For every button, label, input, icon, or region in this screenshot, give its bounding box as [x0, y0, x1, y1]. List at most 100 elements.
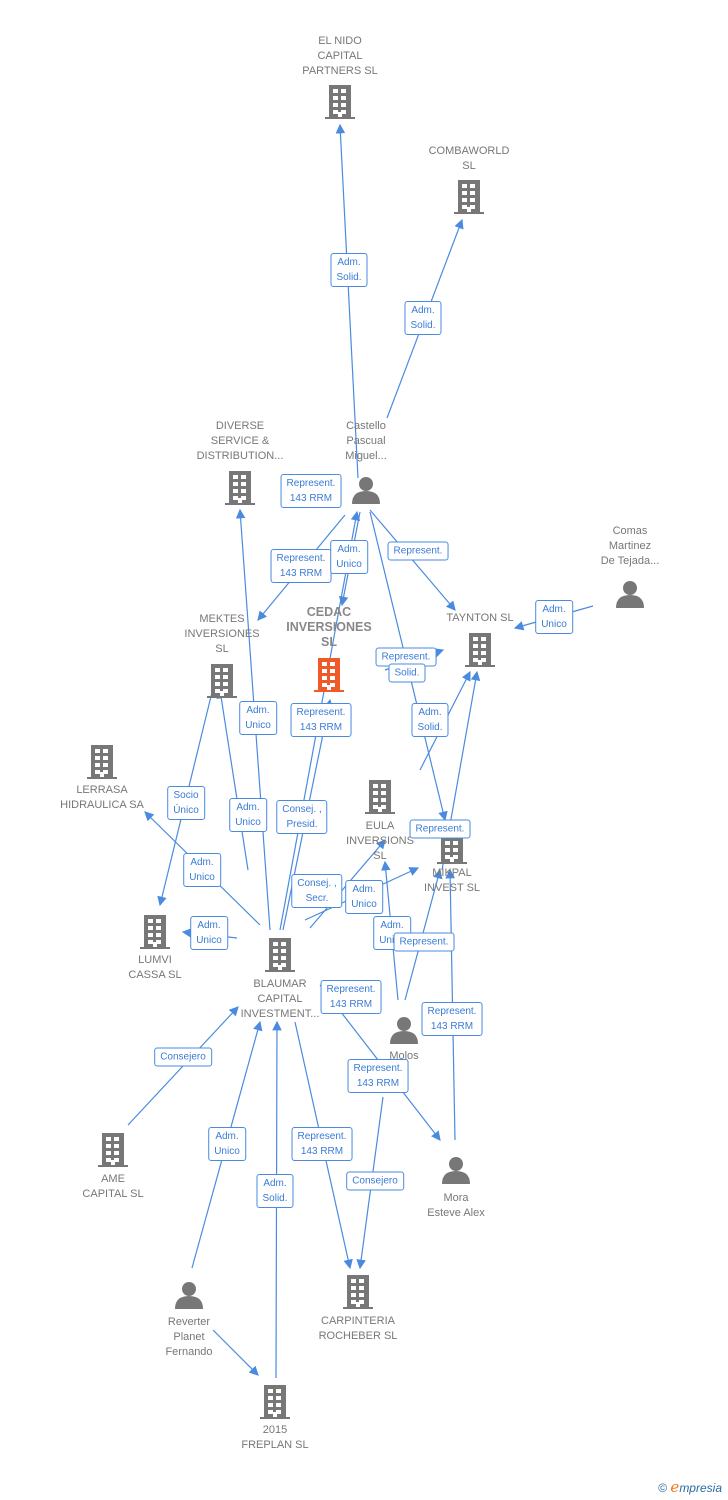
relation-label-line: Represent. [296, 707, 346, 718]
icons-layer [87, 85, 644, 1419]
node-label-line: Reverter [167, 1316, 211, 1328]
node-label-carpinteria[interactable]: CARPINTERIA ROCHEBER SL [319, 1314, 398, 1344]
relation-label[interactable]: Represent. 143 RRM [270, 549, 332, 583]
relation-label-line: 143 RRM [430, 1021, 474, 1032]
node-label-ame[interactable]: AME CAPITAL SL [82, 1172, 143, 1202]
relation-label[interactable]: Adm. Unico [190, 916, 228, 950]
relation-label-line: Solid. [394, 667, 420, 679]
node-label-lumvi[interactable]: LUMVI CASSA SL [128, 953, 181, 983]
relation-label[interactable]: Adm. Unico [239, 701, 277, 735]
relation-label-line: Represent. [353, 1063, 403, 1074]
relation-label[interactable]: Adm. Solid. [411, 703, 449, 737]
node-label-line: SERVICE & [210, 435, 270, 447]
relation-label-line: Unico [541, 619, 567, 630]
node-label-taynton[interactable]: TAYNTON SL [446, 611, 513, 626]
relation-label[interactable]: Adm. Unico [183, 853, 221, 887]
node-label-elnido[interactable]: EL NIDO CAPITAL PARTNERS SL [302, 34, 377, 79]
person-icon[interactable] [616, 581, 644, 608]
relation-label[interactable]: Solid. [388, 663, 426, 683]
building-icon[interactable] [314, 658, 344, 692]
person-icon[interactable] [442, 1157, 470, 1184]
relation-label[interactable]: Consej. , Presid. [276, 800, 328, 834]
node-label-line: Comas [612, 525, 648, 537]
building-icon[interactable] [265, 938, 295, 972]
node-label-line: Martinez [608, 540, 652, 552]
relation-label[interactable]: Adm. Solid. [330, 253, 368, 287]
node-label-mora[interactable]: Mora Esteve Alex [427, 1191, 484, 1221]
relation-label[interactable]: Adm. Unico [208, 1127, 246, 1161]
node-label-line: Mora [443, 1192, 469, 1204]
node-label-comas[interactable]: Comas Martinez De Tejada... [601, 524, 660, 569]
relation-label-line: Represent. [326, 984, 376, 995]
building-icon[interactable] [343, 1275, 373, 1309]
building-icon[interactable] [325, 85, 355, 119]
node-label-lerrasa[interactable]: LERRASA HIDRAULICA SA [60, 783, 144, 813]
node-label-eula[interactable]: EULA INVERSIONS SL [346, 819, 414, 864]
building-icon[interactable] [207, 664, 237, 698]
node-label-line: TAYNTON SL [446, 612, 514, 624]
relation-label[interactable]: Represent. [409, 819, 471, 839]
node-label-combaworld[interactable]: COMBAWORLD SL [429, 144, 510, 174]
relation-label[interactable]: Adm. Solid. [404, 301, 442, 335]
node-label-reverter[interactable]: Reverter Planet Fernando [165, 1315, 212, 1360]
relation-label-line: Solid. [336, 272, 362, 283]
building-icon[interactable] [365, 780, 395, 814]
relation-label-line: Represent. [415, 823, 465, 835]
relation-label[interactable]: Consejero [154, 1047, 212, 1067]
node-label-line: SL [321, 635, 337, 649]
building-icon[interactable] [225, 471, 255, 505]
relation-label[interactable]: Adm. Solid. [256, 1174, 294, 1208]
node-label-freplan[interactable]: 2015 FREPLAN SL [241, 1423, 308, 1453]
relation-label[interactable]: Adm. Unico [345, 880, 383, 914]
relation-label[interactable]: Adm. Unico [330, 540, 368, 574]
node-label-blaumar[interactable]: BLAUMAR CAPITAL INVESTMENT... [241, 977, 320, 1022]
relation-label[interactable]: Represent. 143 RRM [290, 703, 352, 737]
relation-label-line: Represent. [393, 545, 443, 557]
relation-label[interactable]: Represent. 143 RRM [421, 1002, 483, 1036]
building-icon[interactable] [465, 633, 495, 667]
building-icon[interactable] [87, 745, 117, 779]
node-label-mektes[interactable]: MEKTES INVERSIONES SL [184, 612, 259, 657]
relation-label[interactable]: Represent. [387, 541, 449, 561]
relation-label[interactable]: Socio Único [167, 786, 205, 820]
building-icon[interactable] [140, 915, 170, 949]
node-label-line: Esteve Alex [427, 1207, 485, 1219]
node-label-line: SL [215, 643, 229, 655]
person-icon[interactable] [175, 1282, 203, 1309]
person-icon[interactable] [390, 1017, 418, 1044]
node-label-line: MIKPAL [432, 867, 472, 879]
copyright-symbol: © [658, 1481, 668, 1495]
node-label-line: LUMVI [138, 954, 172, 966]
node-label-line: INVERSIONS [346, 835, 414, 847]
building-icon[interactable] [454, 180, 484, 214]
node-label-mikpal[interactable]: MIKPAL INVEST SL [424, 866, 480, 896]
relation-label-line: 143 RRM [289, 493, 333, 504]
relation-label-line: Represent. [427, 1006, 477, 1017]
building-icon[interactable] [98, 1133, 128, 1167]
relation-label-line: Represent. [297, 1131, 347, 1142]
building-icon[interactable] [260, 1385, 290, 1419]
node-label-cedac[interactable]: CEDAC INVERSIONES SL [286, 605, 371, 650]
relation-label[interactable]: Adm. Unico [535, 600, 573, 634]
node-label-line: De Tejada... [600, 555, 660, 567]
relation-label-line: Adm. [542, 604, 566, 615]
empresia-logo: © empresia [658, 1478, 722, 1496]
person-icon[interactable] [352, 477, 380, 504]
relation-label-line: Adm. [418, 707, 442, 718]
relation-label[interactable]: Adm. Unico [229, 798, 267, 832]
node-label-line: 2015 [262, 1424, 288, 1436]
relation-label-line: Unico [214, 1146, 240, 1157]
relation-label[interactable]: Represent. [393, 932, 455, 952]
relation-label[interactable]: Consejero [346, 1171, 404, 1191]
node-label-line: CARPINTERIA [321, 1315, 395, 1327]
node-label-castello[interactable]: Castello Pascual Miguel... [345, 419, 387, 464]
relation-label[interactable]: Represent. 143 RRM [347, 1059, 409, 1093]
relation-label[interactable]: Represent. 143 RRM [291, 1127, 353, 1161]
node-label-diverse[interactable]: DIVERSE SERVICE & DISTRIBUTION... [197, 419, 284, 464]
relation-label[interactable]: Represent. 143 RRM [280, 474, 342, 508]
relation-label-line: Presid. [286, 819, 318, 830]
relation-label[interactable]: Represent. 143 RRM [320, 980, 382, 1014]
node-label-line: COMBAWORLD [428, 145, 510, 157]
node-label-line: Castello [346, 420, 386, 432]
relation-label[interactable]: Consej. , Secr. [291, 874, 343, 908]
